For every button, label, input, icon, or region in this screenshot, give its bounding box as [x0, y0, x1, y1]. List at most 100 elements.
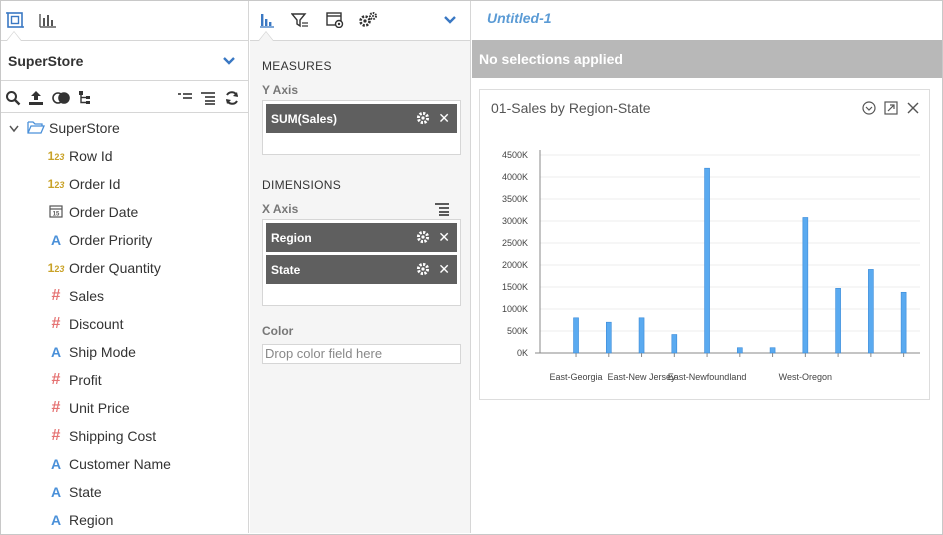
- color-label: Color: [262, 324, 294, 338]
- color-dropzone[interactable]: Drop color field here: [262, 344, 461, 364]
- measure-hash-icon: #: [51, 427, 61, 444]
- y-tick-label: 4000K: [502, 172, 528, 182]
- numeric-type-icon: 123: [47, 177, 65, 191]
- y-field-pill[interactable]: SUM(Sales) ✕: [266, 104, 457, 133]
- field-item[interactable]: # Profit: [47, 369, 102, 391]
- y-tick-label: 4500K: [502, 150, 528, 160]
- filter-icon[interactable]: [289, 9, 311, 31]
- advanced-settings-gears-icon[interactable]: [357, 9, 379, 31]
- x-tick-label: West-Oregon: [779, 372, 832, 382]
- bar: [605, 321, 612, 354]
- y-tick-label: 3000K: [502, 216, 528, 226]
- y-tick-label: 2500K: [502, 238, 528, 248]
- field-item[interactable]: 123 Order Id: [47, 173, 121, 195]
- field-item[interactable]: A Ship Mode: [47, 341, 136, 363]
- bar: [704, 167, 710, 354]
- x-axis-dropzone[interactable]: Region ✕ State ✕: [262, 219, 461, 306]
- measure-hash-icon: #: [51, 315, 61, 332]
- svg-text:15: 15: [53, 211, 60, 217]
- field-label: Profit: [69, 372, 102, 388]
- x-tick-label: East-New Jersey: [608, 372, 677, 382]
- bar: [573, 317, 579, 354]
- x-field-pill[interactable]: Region ✕: [266, 223, 457, 252]
- measure-hash-icon: #: [51, 399, 61, 416]
- x-tick-label: East-Newfoundland: [668, 372, 747, 382]
- measure-hash-icon: #: [51, 287, 61, 304]
- field-label: Row Id: [69, 148, 113, 164]
- field-item[interactable]: A Region: [47, 509, 113, 531]
- field-label: Order Quantity: [69, 260, 161, 276]
- datasource-selector[interactable]: SuperStore: [1, 41, 248, 81]
- string-type-icon: A: [50, 512, 62, 528]
- chart-widget[interactable]: 01-Sales by Region-State 0K 500K 1000K 1500…: [479, 89, 930, 400]
- field-item[interactable]: # Unit Price: [47, 397, 130, 419]
- datasource-icon[interactable]: [4, 9, 26, 31]
- field-label: Order Priority: [69, 232, 153, 248]
- options-dropdown-icon[interactable]: [861, 100, 877, 116]
- refresh-icon[interactable]: [223, 89, 241, 107]
- field-item[interactable]: # Sales: [47, 285, 104, 307]
- bar: [671, 334, 678, 354]
- dimensions-section-title: DIMENSIONS: [262, 178, 342, 192]
- bar: [868, 269, 874, 354]
- data-panel: SuperStore SuperStore 123 Row Id 123 Ord…: [1, 1, 249, 533]
- y-tick-label: 0K: [517, 348, 528, 358]
- field-label: Discount: [69, 316, 124, 332]
- field-item[interactable]: # Shipping Cost: [47, 425, 157, 447]
- search-icon[interactable]: [4, 89, 22, 107]
- bar: [900, 291, 907, 354]
- chevron-down-icon[interactable]: [439, 9, 461, 31]
- measure-hash-icon: #: [51, 371, 61, 388]
- gear-icon[interactable]: [416, 230, 430, 247]
- y-tick-label: 500K: [507, 326, 528, 336]
- string-type-icon: A: [50, 232, 62, 248]
- join-icon[interactable]: [52, 89, 70, 107]
- gear-icon[interactable]: [416, 262, 430, 279]
- bar: [737, 347, 743, 354]
- tree-root-node[interactable]: SuperStore: [9, 117, 120, 139]
- close-icon[interactable]: ✕: [438, 261, 450, 278]
- field-item[interactable]: A Customer Name: [47, 453, 171, 475]
- field-item[interactable]: 123 Row Id: [47, 145, 113, 167]
- close-icon[interactable]: ✕: [438, 229, 450, 246]
- y-axis-dropzone[interactable]: SUM(Sales) ✕: [262, 100, 461, 155]
- hierarchy-icon[interactable]: [76, 89, 94, 107]
- x-field-label: State: [271, 262, 301, 277]
- gear-icon[interactable]: [416, 111, 430, 128]
- dashboard-canvas: Untitled-1 No selections applied 01-Sale…: [472, 1, 942, 533]
- properties-panel: MEASURES Y Axis SUM(Sales) ✕ DIMENSIONS …: [250, 1, 471, 533]
- measures-section-title: MEASURES: [262, 59, 332, 73]
- close-icon[interactable]: ✕: [438, 110, 450, 127]
- field-label: Unit Price: [69, 400, 130, 416]
- chevron-down-icon[interactable]: [222, 53, 236, 69]
- sort-list-icon[interactable]: [434, 202, 450, 219]
- field-item[interactable]: A State: [47, 481, 102, 503]
- field-label: State: [69, 484, 102, 500]
- bar: [638, 317, 645, 354]
- widget-title: 01-Sales by Region-State: [491, 100, 651, 116]
- maximize-icon[interactable]: [883, 100, 899, 116]
- active-tab-caret: [6, 31, 22, 41]
- field-item[interactable]: 15 Order Date: [47, 201, 138, 223]
- close-icon[interactable]: [905, 100, 921, 116]
- widgets-chart-icon[interactable]: [37, 9, 59, 31]
- widget-actions: [861, 100, 921, 116]
- field-item[interactable]: # Discount: [47, 313, 124, 335]
- string-type-icon: A: [50, 344, 62, 360]
- assign-data-icon[interactable]: [257, 9, 279, 31]
- field-label: Shipping Cost: [69, 428, 157, 444]
- x-field-pill[interactable]: State ✕: [266, 255, 457, 284]
- bar: [835, 288, 841, 354]
- field-item[interactable]: A Order Priority: [47, 229, 152, 251]
- widget-settings-icon[interactable]: [324, 9, 346, 31]
- field-label: Order Date: [69, 204, 139, 220]
- expand-list-icon[interactable]: [199, 89, 217, 107]
- bar: [802, 217, 809, 354]
- selection-status-bar: No selections applied: [472, 40, 942, 78]
- upload-icon[interactable]: [27, 89, 45, 107]
- field-label: Ship Mode: [69, 344, 136, 360]
- field-item[interactable]: 123 Order Quantity: [47, 257, 161, 279]
- chevron-down-icon[interactable]: [9, 120, 23, 136]
- collapse-list-icon[interactable]: [176, 89, 194, 107]
- document-title[interactable]: Untitled-1: [487, 10, 552, 26]
